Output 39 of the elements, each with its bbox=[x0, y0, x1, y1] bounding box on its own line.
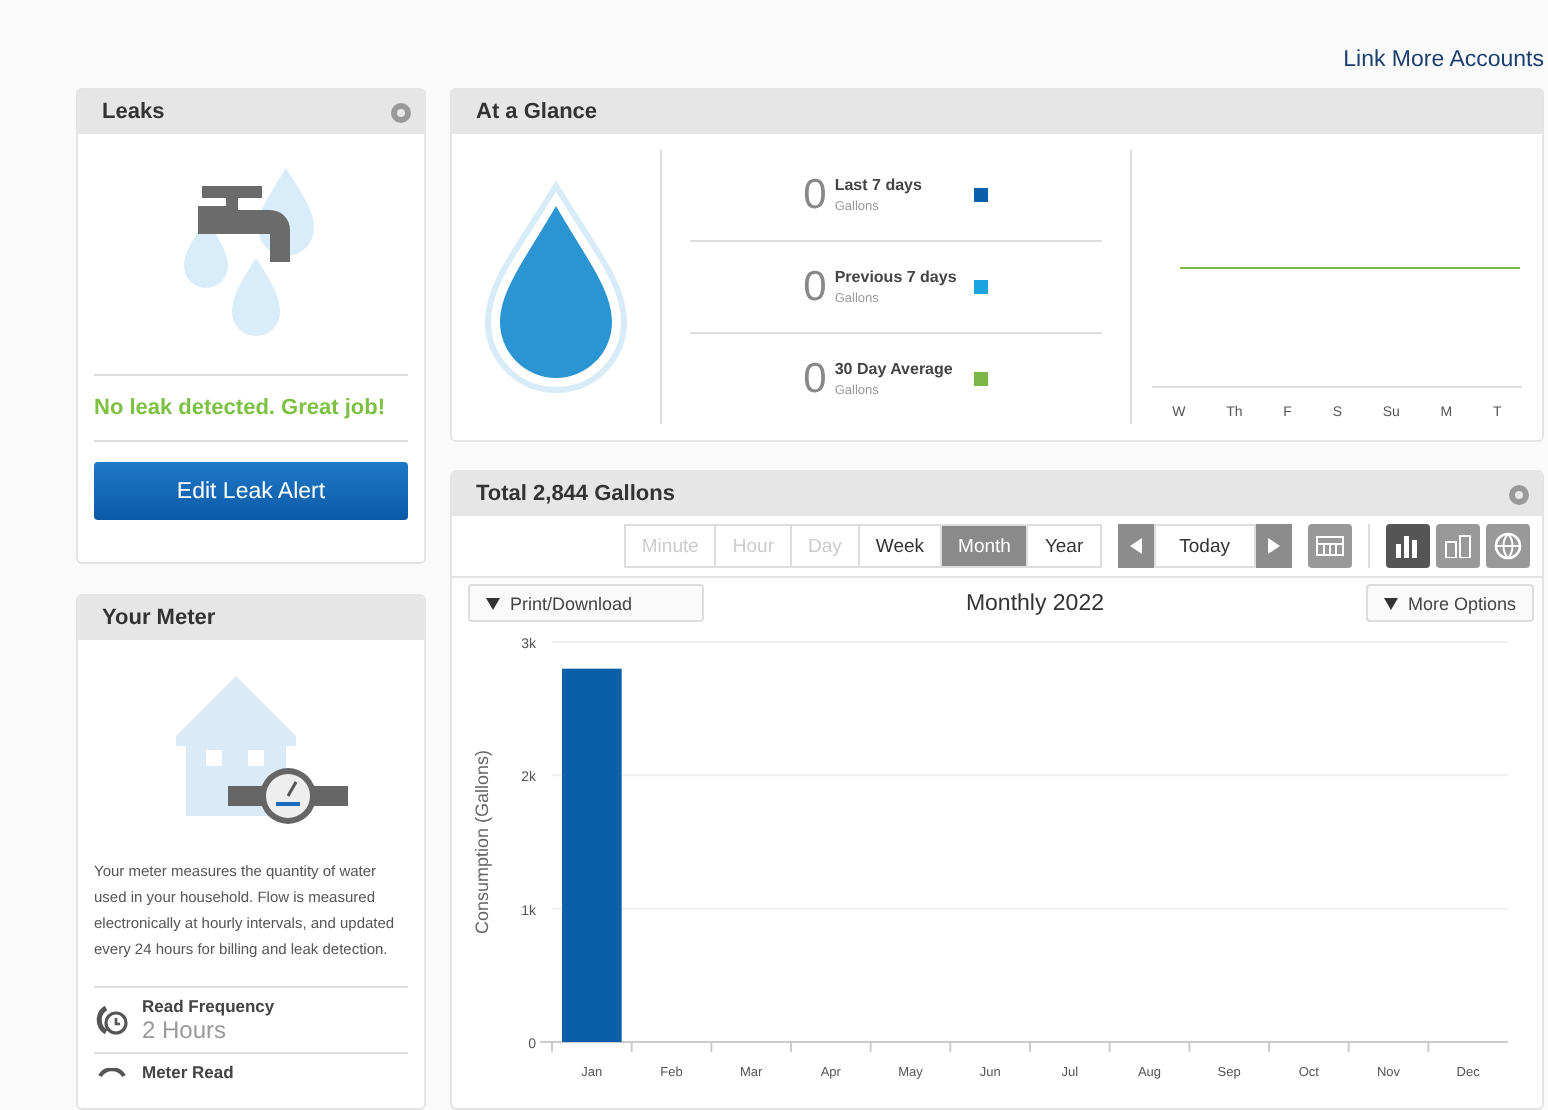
today-button[interactable]: Today bbox=[1153, 524, 1256, 568]
range-tab[interactable]: Year bbox=[1026, 524, 1102, 568]
stat-label: 30 Day Average bbox=[834, 360, 955, 378]
stat-label: Last 7 days bbox=[834, 176, 924, 194]
panel-title: Leaks bbox=[102, 100, 165, 124]
left-triangle-icon bbox=[1129, 538, 1142, 554]
detail-label: Read Frequency bbox=[142, 996, 275, 1016]
print-download-button[interactable]: Print/Download bbox=[468, 584, 704, 622]
more-options-button[interactable]: More Options bbox=[1365, 584, 1534, 622]
help-icon[interactable] bbox=[1508, 483, 1530, 505]
previous-button[interactable] bbox=[1117, 524, 1154, 568]
stat-label: Previous 7 days bbox=[834, 268, 959, 286]
detail-label: Meter Read bbox=[142, 1062, 234, 1082]
chart-title: Monthly 2022 bbox=[965, 591, 1104, 615]
panel-title: Your Meter bbox=[102, 606, 216, 630]
next-button[interactable] bbox=[1256, 524, 1292, 568]
right-triangle-icon bbox=[1268, 538, 1280, 554]
edit-leak-alert-button[interactable]: Edit Leak Alert bbox=[94, 462, 408, 520]
bar-chart-icon bbox=[1394, 534, 1422, 558]
calendar-button[interactable] bbox=[1308, 524, 1352, 568]
link-more-accounts-link[interactable]: Link More Accounts bbox=[1343, 48, 1544, 72]
caret-icon bbox=[486, 597, 500, 609]
globe-icon bbox=[1494, 532, 1522, 560]
stat-value: 0 bbox=[803, 355, 827, 403]
detail-value: 2 Hours bbox=[142, 1016, 229, 1044]
range-tab[interactable]: Week bbox=[857, 524, 943, 568]
gauge-icon bbox=[98, 1067, 126, 1077]
help-icon[interactable] bbox=[390, 101, 412, 123]
leak-status-text: No leak detected. Great job! bbox=[92, 394, 387, 424]
columns-icon bbox=[1444, 534, 1472, 558]
calendar-icon bbox=[1316, 536, 1344, 556]
stat-value: 0 bbox=[803, 263, 827, 311]
caret-icon bbox=[1383, 597, 1398, 609]
panel-title: Total 2,844 Gallons bbox=[476, 482, 675, 506]
chart-type-button[interactable] bbox=[1386, 524, 1430, 568]
y-axis-title: Consumption (Gallons) bbox=[472, 749, 492, 935]
panel-title: At a Glance bbox=[476, 100, 598, 124]
clock-icon bbox=[94, 1004, 130, 1036]
stat-value: 0 bbox=[803, 171, 827, 219]
